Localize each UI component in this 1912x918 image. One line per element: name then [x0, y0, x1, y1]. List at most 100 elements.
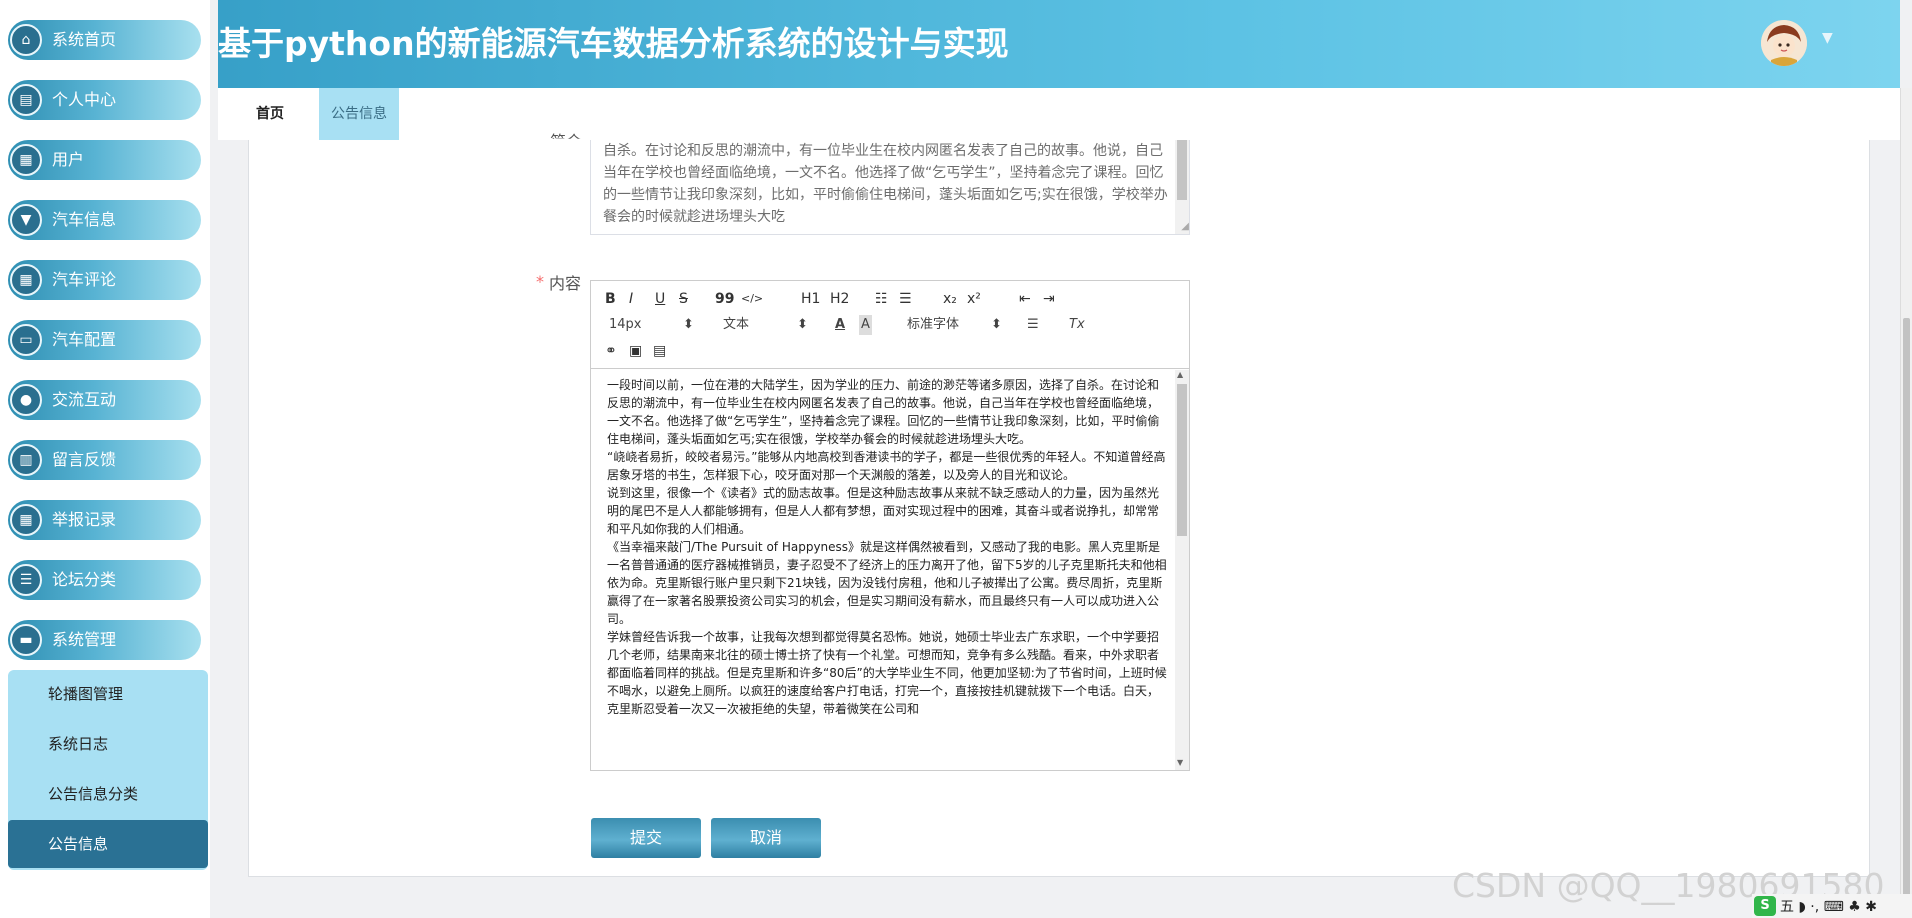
editor-paragraph: 《当幸福来敲门/The Pursuit of Happyness》就是这样偶然被… [607, 540, 1167, 626]
sidebar-item-8[interactable]: ▦ 举报记录 [8, 500, 201, 540]
grid-icon: ▦ [10, 264, 42, 296]
h2-button[interactable]: H2 [830, 289, 849, 309]
font-family-select[interactable]: 标准字体 [907, 315, 959, 335]
chevron-down-icon[interactable]: ▼ [1822, 30, 1833, 46]
scroll-up-icon[interactable]: ▲ [1177, 370, 1183, 379]
required-mark: * [536, 272, 544, 291]
grid-icon: ▦ [10, 504, 42, 536]
strikethrough-button[interactable]: S [679, 289, 688, 309]
sidebar-item-label: 留言反馈 [52, 450, 117, 469]
grid-icon: ▦ [10, 144, 42, 176]
submenu-item-notice[interactable]: 公告信息 [8, 820, 208, 868]
editor-paragraph: 说到这里，很像一个《读者》式的励志故事。但是这种励志故事从来就不缺乏感动人的力量… [607, 486, 1160, 536]
h1-button[interactable]: H1 [801, 289, 820, 309]
submenu-item-system-log[interactable]: 系统日志 [8, 720, 208, 768]
editor-paragraph: “峣峣者易折，皎皎者易污。”能够从内地高校到香港读书的学子，都是一些很优秀的年轻… [607, 450, 1166, 482]
system-management-submenu: 轮播图管理 系统日志 公告信息分类 公告信息 [8, 670, 208, 870]
page-title: 基于python的新能源汽车数据分析系统的设计与实现 [218, 24, 1009, 63]
editor-text: 一段时间以前，一位在港的大陆学生，因为学业的压力、前途的渺茫等诸多原因，选择了自… [607, 376, 1167, 718]
bar-chart-icon: ▥ [10, 444, 42, 476]
align-icon[interactable]: ☰ [1027, 315, 1039, 335]
select-arrows-icon[interactable]: ⬍ [797, 315, 808, 335]
sidebar-item-0[interactable]: ⌂ 系统首页 [8, 20, 201, 60]
superscript-button[interactable]: x² [967, 289, 981, 309]
sidebar-item-5[interactable]: ▭ 汽车配置 [8, 320, 201, 360]
tab-home[interactable]: 首页 [244, 88, 296, 140]
editor-paragraph: 一段时间以前，一位在港的大陆学生，因为学业的压力、前途的渺茫等诸多原因，选择了自… [607, 378, 1160, 446]
bullet-list-icon[interactable]: ☰ [899, 289, 912, 309]
sidebar-item-9[interactable]: ☰ 论坛分类 [8, 560, 201, 600]
code-button[interactable]: </> [741, 289, 763, 309]
quote-button[interactable]: 99 [715, 289, 734, 309]
intro-scrollbar-thumb[interactable] [1177, 140, 1187, 200]
ime-tray: S 五 ◗ ·, ⌨ ♣ ✱ [1752, 894, 1912, 918]
pin-icon: ▼ [10, 204, 42, 236]
editor-toolbar: B I U S 99 </> H1 H2 ☷ ☰ x₂ x² ⇤ ⇥ 14px … [591, 281, 1189, 369]
subscript-button[interactable]: x₂ [943, 289, 957, 309]
select-arrows-icon[interactable]: ⬍ [683, 315, 694, 335]
folder-icon: ▬ [10, 624, 42, 656]
ime-status[interactable]: 五 ◗ ·, ⌨ ♣ ✱ [1780, 896, 1877, 916]
background-color-button[interactable]: A [859, 315, 872, 335]
editor-paragraph: 学妹曾经告诉我一个故事，让我每次想到都觉得莫名恐怖。她说，她硕士毕业去广东求职，… [607, 630, 1167, 716]
indent-icon[interactable]: ⇥ [1043, 289, 1055, 309]
sidebar-item-4[interactable]: ▦ 汽车评论 [8, 260, 201, 300]
submenu-item-carousel[interactable]: 轮播图管理 [8, 670, 208, 718]
page-scrollbar-thumb[interactable] [1903, 318, 1910, 898]
select-arrows-icon[interactable]: ⬍ [991, 315, 1002, 335]
font-size-select[interactable]: 14px [609, 315, 642, 335]
sidebar-item-7[interactable]: ▥ 留言反馈 [8, 440, 201, 480]
sidebar-item-label: 交流互动 [52, 390, 117, 409]
underline-button[interactable]: U [655, 289, 665, 309]
top-header: 基于python的新能源汽车数据分析系统的设计与实现 ▼ [218, 0, 1900, 88]
editor-scrollbar-thumb[interactable] [1177, 384, 1187, 536]
home-icon: ⌂ [10, 24, 42, 56]
sidebar-item-label: 汽车信息 [52, 210, 117, 229]
sidebar-item-6[interactable]: ● 交流互动 [8, 380, 201, 420]
ime-logo-icon[interactable]: S [1754, 896, 1776, 916]
rich-text-editor: B I U S 99 </> H1 H2 ☷ ☰ x₂ x² ⇤ ⇥ 14px … [590, 280, 1190, 771]
outdent-icon[interactable]: ⇤ [1019, 289, 1031, 309]
bulb-icon: ● [10, 384, 42, 416]
italic-button[interactable]: I [629, 289, 633, 309]
clear-format-button[interactable]: Tx [1069, 315, 1085, 335]
video-icon[interactable]: ▤ [653, 341, 666, 361]
editor-scrollbar[interactable]: ▲ ▼ [1175, 370, 1189, 770]
sidebar-item-2[interactable]: ▦ 用户 [8, 140, 201, 180]
avatar-illustration [1761, 20, 1807, 66]
submenu-item-notice-category[interactable]: 公告信息分类 [8, 770, 208, 818]
sidebar-item-label: 系统管理 [52, 630, 117, 649]
tab-bar: 首页 公告信息 [218, 88, 1900, 140]
submit-button[interactable]: 提交 [591, 818, 701, 858]
sidebar-item-10[interactable]: ▬ 系统管理 [8, 620, 201, 660]
page-scrollbar[interactable] [1900, 88, 1912, 918]
sidebar: ⌂ 系统首页 ▤ 个人中心 ▦ 用户 ▼ 汽车信息 ▦ 汽车评论 ▭ 汽车配置 ● 交流互动 ▥ 留言反馈 ▦ 举… [0, 0, 210, 918]
sidebar-item-label: 用户 [52, 150, 85, 169]
monitor-icon: ▭ [10, 324, 42, 356]
link-icon[interactable]: ⚭ [605, 341, 617, 361]
sidebar-item-label: 举报记录 [52, 510, 117, 529]
avatar[interactable] [1761, 20, 1807, 66]
tab-notice[interactable]: 公告信息 [319, 88, 399, 140]
intro-textarea-value: 自杀。在讨论和反思的潮流中，有一位毕业生在校内网匿名发表了自己的故事。他说，自己… [603, 143, 1168, 225]
ordered-list-icon[interactable]: ☷ [875, 289, 888, 309]
scroll-down-icon[interactable]: ▼ [1177, 758, 1183, 767]
bold-button[interactable]: B [605, 289, 616, 309]
image-icon[interactable]: ▣ [629, 341, 642, 361]
intro-textarea[interactable]: 自杀。在讨论和反思的潮流中，有一位毕业生在校内网匿名发表了自己的故事。他说，自己… [590, 140, 1190, 235]
sidebar-item-label: 汽车配置 [52, 330, 117, 349]
sidebar-item-label: 个人中心 [52, 90, 117, 109]
id-card-icon: ▤ [10, 84, 42, 116]
cancel-button[interactable]: 取消 [711, 818, 821, 858]
list-icon: ☰ [10, 564, 42, 596]
sidebar-item-1[interactable]: ▤ 个人中心 [8, 80, 201, 120]
sidebar-item-label: 汽车评论 [52, 270, 117, 289]
font-color-button[interactable]: A [835, 315, 845, 335]
sidebar-item-label: 系统首页 [52, 30, 117, 49]
sidebar-item-3[interactable]: ▼ 汽车信息 [8, 200, 201, 240]
resize-handle-icon[interactable]: ◢ [1175, 220, 1189, 234]
content-label: 内容 [549, 274, 582, 293]
sidebar-item-label: 论坛分类 [52, 570, 117, 589]
editor-content[interactable]: 一段时间以前，一位在港的大陆学生，因为学业的压力、前途的渺茫等诸多原因，选择了自… [591, 370, 1189, 770]
header-type-select[interactable]: 文本 [723, 315, 749, 335]
